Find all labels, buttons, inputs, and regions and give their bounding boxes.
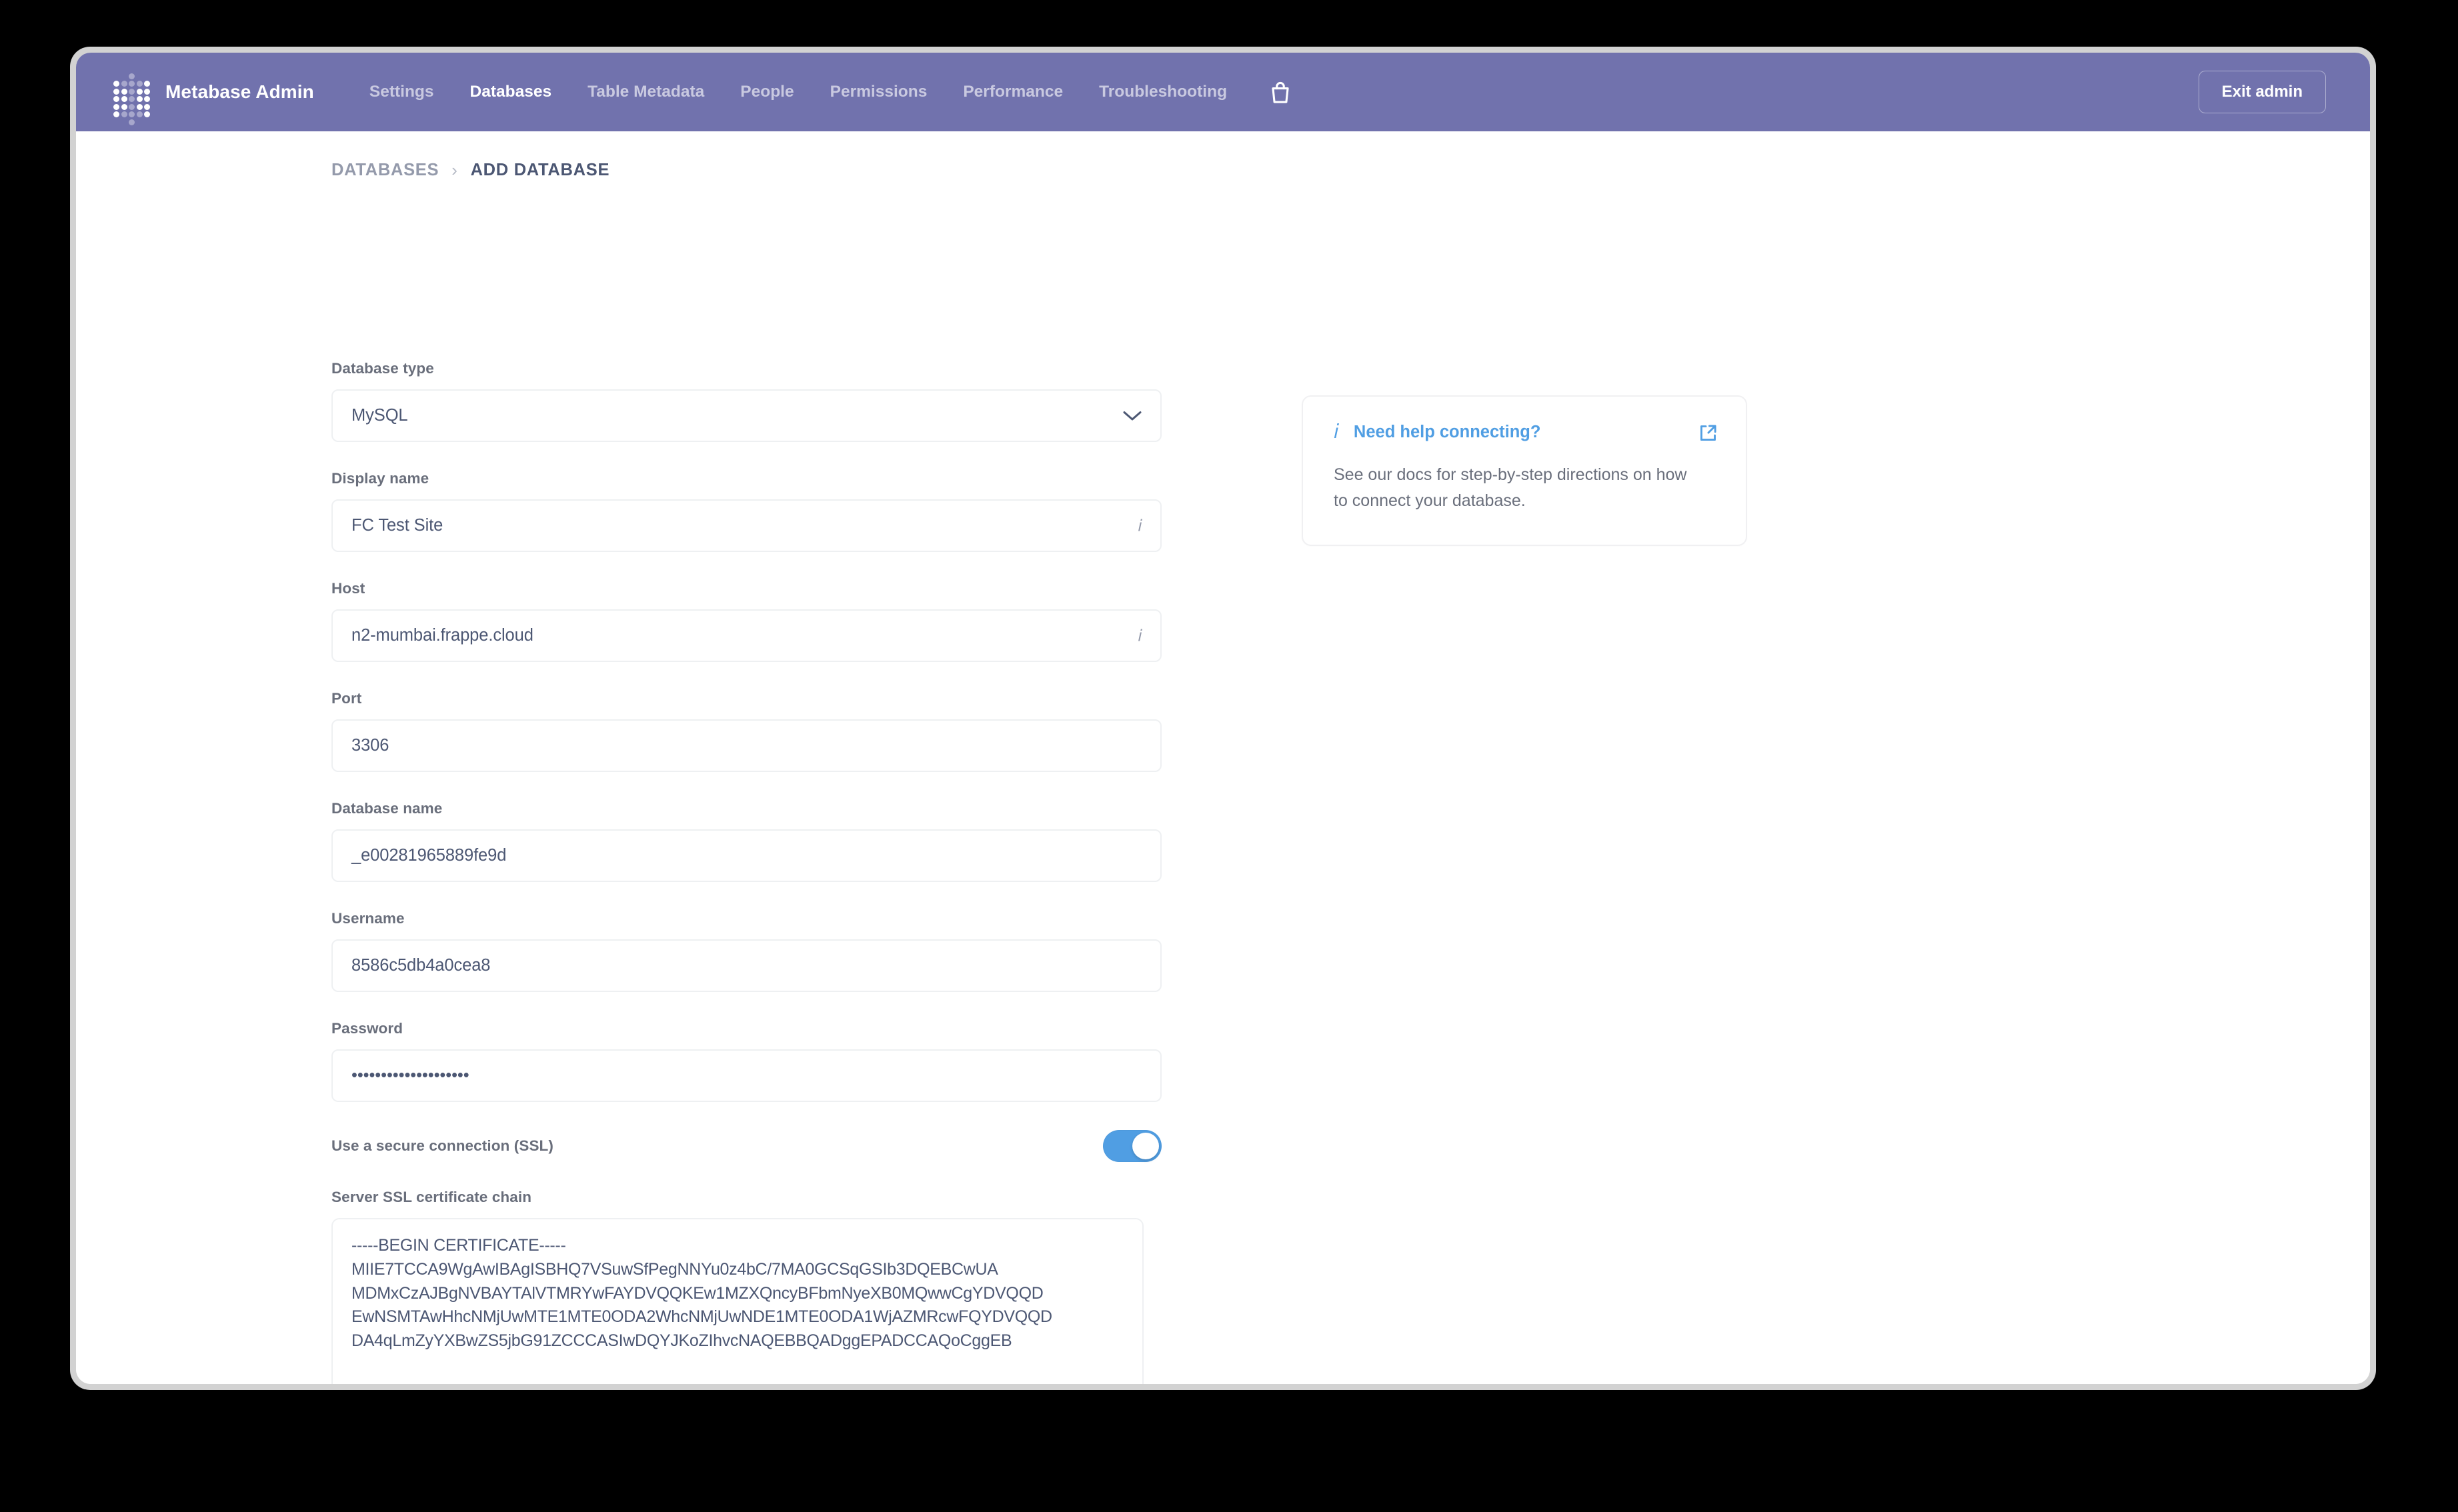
exit-admin-button[interactable]: Exit admin — [2198, 71, 2326, 113]
host-input-wrapper[interactable]: n2-mumbai.frappe.cloud 𝑖 — [331, 609, 1162, 662]
admin-page-body: DATABASES › ADD DATABASE Database type M… — [76, 131, 2370, 1384]
field-password: Password •••••••••••••••••••• — [331, 1020, 1162, 1102]
need-help-card: 𝑖 Need help connecting? See our docs for… — [1302, 395, 1747, 546]
password-input[interactable]: •••••••••••••••••••• — [351, 1067, 1142, 1085]
field-port: Port 3306 — [331, 690, 1162, 772]
nav-item-settings[interactable]: Settings — [351, 76, 452, 108]
field-display-name: Display name FC Test Site 𝑖 — [331, 470, 1162, 552]
chevron-right-icon: › — [451, 160, 458, 180]
label-host: Host — [331, 580, 365, 597]
nav-item-databases[interactable]: Databases — [452, 76, 570, 108]
metabase-dot-grid-logo[interactable] — [113, 73, 150, 125]
nav-item-people[interactable]: People — [722, 76, 812, 108]
ssl-toggle[interactable] — [1103, 1130, 1162, 1162]
label-database-name: Database name — [331, 800, 443, 817]
chevron-down-icon[interactable] — [1122, 410, 1142, 422]
nav-item-permissions[interactable]: Permissions — [812, 76, 946, 108]
info-icon: 𝑖 — [1334, 421, 1339, 443]
admin-top-navbar: Metabase Admin Settings Databases Table … — [76, 53, 2370, 131]
label-password: Password — [331, 1020, 403, 1037]
admin-nav-links: Settings Databases Table Metadata People… — [351, 74, 1298, 110]
host-input[interactable]: n2-mumbai.frappe.cloud — [351, 626, 1142, 645]
display-name-input-wrapper[interactable]: FC Test Site 𝑖 — [331, 499, 1162, 552]
ssl-certificate-textarea[interactable]: -----BEGIN CERTIFICATE----- MIIE7TCCA9Wg… — [331, 1218, 1144, 1384]
label-port: Port — [331, 690, 362, 707]
field-username: Username 8586c5db4a0cea8 — [331, 910, 1162, 992]
database-name-input[interactable]: _e00281965889fe9d — [351, 846, 1142, 865]
nav-item-table-metadata[interactable]: Table Metadata — [569, 76, 722, 108]
brand-title: Metabase Admin — [165, 81, 314, 102]
label-display-name: Display name — [331, 470, 429, 487]
nav-item-performance[interactable]: Performance — [945, 76, 1081, 108]
database-name-input-wrapper[interactable]: _e00281965889fe9d — [331, 829, 1162, 882]
browser-window-frame: Metabase Admin Settings Databases Table … — [70, 47, 2376, 1390]
field-database-type: Database type MySQL — [331, 360, 1162, 442]
shopping-bag-icon[interactable] — [1262, 74, 1298, 110]
field-host: Host n2-mumbai.frappe.cloud 𝑖 — [331, 580, 1162, 662]
breadcrumb-current: ADD DATABASE — [470, 161, 610, 179]
label-username: Username — [331, 910, 405, 927]
label-database-type: Database type — [331, 360, 434, 377]
browser-viewport: Metabase Admin Settings Databases Table … — [76, 53, 2370, 1384]
port-input[interactable]: 3306 — [351, 736, 1142, 755]
label-use-secure-connection: Use a secure connection (SSL) — [331, 1137, 553, 1154]
database-type-value: MySQL — [351, 406, 408, 425]
password-input-wrapper[interactable]: •••••••••••••••••••• — [331, 1049, 1162, 1102]
field-ssl-certificate-chain: Server SSL certificate chain -----BEGIN … — [331, 1189, 1162, 1384]
ssl-toggle-knob — [1132, 1133, 1159, 1159]
help-card-header: 𝑖 Need help connecting? — [1334, 422, 1718, 442]
breadcrumb-databases[interactable]: DATABASES — [331, 161, 439, 180]
port-input-wrapper[interactable]: 3306 — [331, 719, 1162, 772]
username-input-wrapper[interactable]: 8586c5db4a0cea8 — [331, 939, 1162, 992]
field-ssl-toggle-row: Use a secure connection (SSL) — [331, 1130, 1162, 1162]
nav-item-troubleshooting[interactable]: Troubleshooting — [1081, 76, 1245, 108]
info-icon[interactable]: 𝑖 — [1138, 627, 1142, 644]
help-card-title[interactable]: Need help connecting? — [1354, 423, 1541, 442]
display-name-input[interactable]: FC Test Site — [351, 516, 1142, 535]
username-input[interactable]: 8586c5db4a0cea8 — [351, 956, 1142, 975]
help-card-description: See our docs for step-by-step directions… — [1334, 465, 1687, 510]
label-ssl-certificate-chain: Server SSL certificate chain — [331, 1189, 532, 1205]
add-database-form: Database type MySQL Display name FC Test… — [331, 360, 1162, 1384]
external-link-icon[interactable] — [1698, 423, 1718, 447]
info-icon[interactable]: 𝑖 — [1138, 517, 1142, 534]
breadcrumb: DATABASES › ADD DATABASE — [76, 131, 2370, 181]
field-database-name: Database name _e00281965889fe9d — [331, 800, 1162, 882]
database-type-select[interactable]: MySQL — [331, 389, 1162, 442]
